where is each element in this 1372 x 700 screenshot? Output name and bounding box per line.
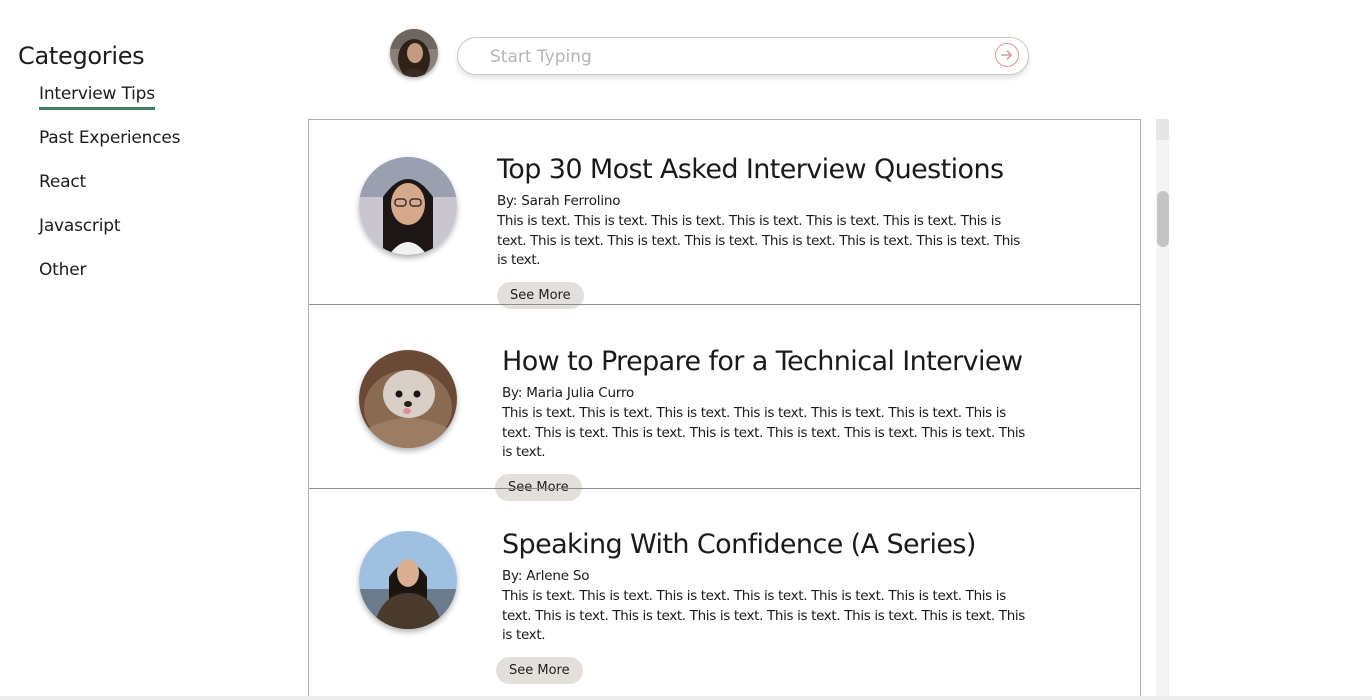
user-avatar[interactable] <box>390 29 438 77</box>
post-body: Speaking With Confidence (A Series) By: … <box>496 529 1032 684</box>
sidebar-item-other[interactable]: Other <box>39 260 278 304</box>
sidebar-item-interview-tips[interactable]: Interview Tips <box>39 84 278 128</box>
post-title[interactable]: How to Prepare for a Technical Interview <box>502 346 1032 377</box>
post-author: By: Maria Julia Curro <box>502 385 635 401</box>
arrow-right-circle-icon[interactable] <box>995 43 1019 67</box>
page: Categories Interview Tips Past Experienc… <box>0 0 1372 700</box>
post-excerpt: This is text. This is text. This is text… <box>502 405 1025 460</box>
feed-scrollbar[interactable] <box>1156 119 1169 700</box>
search-input[interactable] <box>488 38 982 76</box>
post-card: Speaking With Confidence (A Series) By: … <box>309 489 1140 700</box>
post-body: Top 30 Most Asked Interview Questions By… <box>497 154 1027 309</box>
sidebar-item-react[interactable]: React <box>39 172 278 216</box>
post-title[interactable]: Speaking With Confidence (A Series) <box>502 529 1032 560</box>
search-bar <box>457 37 1029 76</box>
categories-sidebar: Categories Interview Tips Past Experienc… <box>18 42 278 304</box>
bottom-border <box>0 696 1372 700</box>
post-feed: Top 30 Most Asked Interview Questions By… <box>308 119 1141 700</box>
sidebar-item-javascript[interactable]: Javascript <box>39 216 278 260</box>
see-more-button[interactable]: See More <box>496 656 583 684</box>
scrollbar-track-cap <box>1156 119 1169 140</box>
post-body: How to Prepare for a Technical Interview… <box>495 346 1032 501</box>
sidebar-title: Categories <box>18 42 145 70</box>
post-card: Top 30 Most Asked Interview Questions By… <box>309 120 1140 309</box>
post-card: How to Prepare for a Technical Interview… <box>309 305 1140 501</box>
sidebar-item-label: Javascript <box>39 216 121 236</box>
post-excerpt: This is text. This is text. This is text… <box>502 588 1025 643</box>
sidebar-item-past-experiences[interactable]: Past Experiences <box>39 128 278 172</box>
scrollbar-thumb[interactable] <box>1157 191 1169 247</box>
post-author: By: Sarah Ferrolino <box>497 193 621 209</box>
post-title[interactable]: Top 30 Most Asked Interview Questions <box>497 154 1027 185</box>
author-avatar <box>359 350 457 448</box>
author-avatar <box>359 157 457 255</box>
category-list: Interview Tips Past Experiences React Ja… <box>18 84 278 304</box>
sidebar-item-label: Past Experiences <box>39 128 181 148</box>
sidebar-item-label: Other <box>39 260 87 280</box>
sidebar-item-label: React <box>39 172 86 192</box>
author-avatar <box>359 531 457 629</box>
sidebar-item-label: Interview Tips <box>39 84 155 110</box>
post-author: By: Arlene So <box>502 568 590 584</box>
post-excerpt: This is text. This is text. This is text… <box>497 213 1020 268</box>
